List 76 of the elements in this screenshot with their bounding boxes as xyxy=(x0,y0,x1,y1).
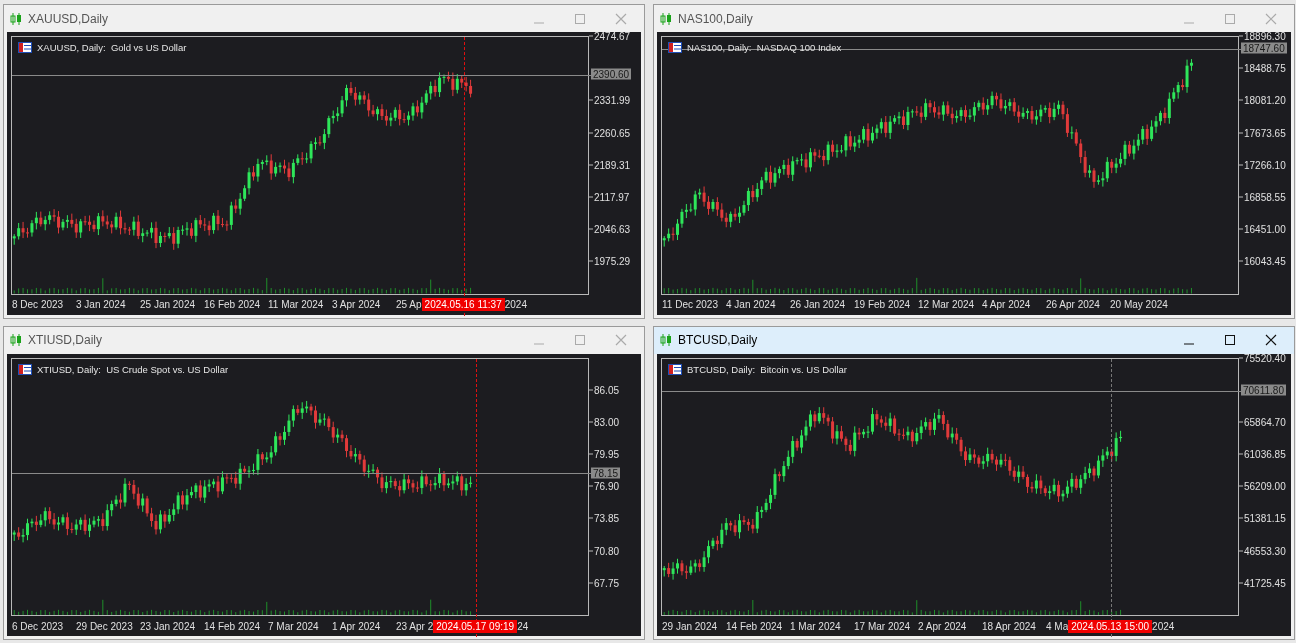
date-label: 11 Dec 2023 xyxy=(662,299,719,310)
crosshair-time-label: 2024.05.16 11:37 xyxy=(421,298,505,311)
date-label: 16 Feb 2024 xyxy=(204,299,262,310)
date-label: 17 Mar 2024 xyxy=(854,620,912,632)
price-tick-label: 17673.65 xyxy=(1239,127,1286,139)
price-tick-label: 41725.45 xyxy=(1239,577,1286,589)
price-tick-label: 2189.31 xyxy=(589,159,631,171)
price-tick-label: 86.05 xyxy=(589,384,620,396)
price-tick-label: 56209.00 xyxy=(1239,480,1286,492)
price-tick-label: 70.80 xyxy=(589,545,620,557)
date-label: 2 Apr 2024 xyxy=(918,620,968,632)
price-tick-label: 46553.30 xyxy=(1239,545,1286,557)
date-label: 4 Apr 2024 xyxy=(982,299,1032,310)
date-label: 6 Dec 2023 xyxy=(12,620,65,632)
date-label: 14 Feb 2024 xyxy=(726,620,784,632)
price-tick-label: 1975.29 xyxy=(589,255,631,267)
price-tick-label: 2331.99 xyxy=(589,94,631,106)
date-label: 2024 xyxy=(504,299,527,310)
date-label: 19 Feb 2024 xyxy=(854,299,912,310)
date-label: 23 Apr 2 xyxy=(396,620,434,632)
date-label: 3 Jan 2024 xyxy=(76,299,127,310)
chart-legend: NAS100, Daily: NASDAQ 100 Index xyxy=(687,42,842,53)
chart-legend: XAUUSD, Daily: Gold vs US Dollar xyxy=(37,42,187,53)
price-tick-label: 2260.65 xyxy=(589,127,631,139)
date-label: 14 Feb 2024 xyxy=(204,620,262,632)
date-label: 2024 xyxy=(1152,620,1175,632)
chart-legend: XTIUSD, Daily: US Crude Spot vs. US Dollar xyxy=(37,363,229,375)
crosshair-time-label: 2024.05.17 09:19 xyxy=(433,619,518,633)
price-tick-label: 76.90 xyxy=(589,480,620,492)
crosshair-time-label: 2024.05.13 15:00 xyxy=(1068,619,1153,633)
current-price-label: 70611.80 xyxy=(1241,384,1286,396)
date-label: 4 Jan 2024 xyxy=(726,299,777,310)
date-label: 12 Mar 2024 xyxy=(918,299,976,310)
date-label: 3 Apr 2024 xyxy=(332,299,382,310)
date-label: 25 Jan 2024 xyxy=(140,299,197,310)
price-tick-label: 2474.67 xyxy=(589,30,631,42)
price-tick-label: 16858.55 xyxy=(1239,191,1286,203)
window-title: BTCUSD,Daily xyxy=(678,333,758,347)
price-tick-label: 51381.15 xyxy=(1239,512,1286,524)
price-tick-label: 67.75 xyxy=(589,577,620,589)
window-title: NAS100,Daily xyxy=(678,11,753,26)
price-tick-label: 2046.63 xyxy=(589,223,631,235)
price-tick-label: 16451.00 xyxy=(1239,223,1286,235)
current-price-label: 78.15 xyxy=(591,467,621,479)
price-tick-label: 18896.30 xyxy=(1239,30,1286,42)
price-tick-label: 83.00 xyxy=(589,416,620,428)
date-label: 11 Mar 2024 xyxy=(268,299,325,310)
price-tick-label: 75520.40 xyxy=(1239,352,1286,363)
date-label: 26 Apr 2024 xyxy=(1046,299,1101,310)
current-price-label: 2390.60 xyxy=(591,68,632,80)
date-label: 23 Jan 2024 xyxy=(140,620,197,632)
date-label: 7 Mar 2024 xyxy=(268,620,320,632)
date-label: 29 Dec 2023 xyxy=(76,620,134,632)
date-label: 1 Apr 2024 xyxy=(332,620,382,632)
date-label: 8 Dec 2023 xyxy=(12,299,65,310)
date-label: 26 Jan 2024 xyxy=(790,299,847,310)
window-title: XAUUSD,Daily xyxy=(28,11,108,26)
price-tick-label: 16043.45 xyxy=(1239,255,1286,267)
date-label: 29 Jan 2024 xyxy=(662,620,719,632)
date-label: 24 xyxy=(517,620,529,632)
current-price-label: 18747.60 xyxy=(1241,42,1287,54)
price-tick-label: 61036.85 xyxy=(1239,448,1286,460)
window-title: XTIUSD,Daily xyxy=(28,333,102,347)
price-tick-label: 18488.75 xyxy=(1239,62,1286,74)
date-label: 25 Ap xyxy=(396,299,422,310)
date-label: 18 Apr 2024 xyxy=(982,620,1037,632)
date-label: 4 Ma xyxy=(1046,620,1069,632)
chart-legend: BTCUSD, Daily: Bitcoin vs. US Dollar xyxy=(687,363,847,375)
price-tick-label: 17266.10 xyxy=(1239,159,1286,171)
price-tick-label: 73.85 xyxy=(589,512,620,524)
price-tick-label: 79.95 xyxy=(589,448,620,460)
price-tick-label: 65864.70 xyxy=(1239,416,1286,428)
price-tick-label: 2117.97 xyxy=(589,191,630,203)
date-label: 1 Mar 2024 xyxy=(790,620,842,632)
date-label: 20 May 2024 xyxy=(1110,299,1169,310)
price-tick-label: 18081.20 xyxy=(1239,94,1286,106)
